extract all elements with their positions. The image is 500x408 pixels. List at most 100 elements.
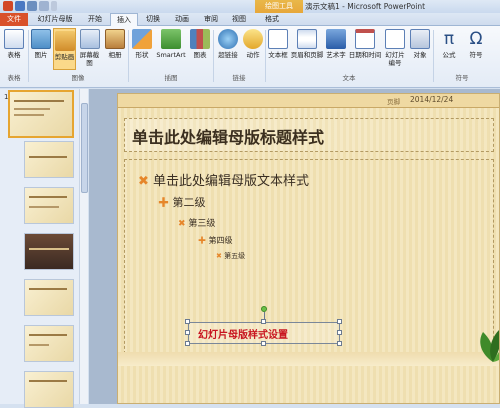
symbol-button-label: 符号 [469, 51, 483, 59]
thumb-title-line [29, 156, 67, 158]
picture-button[interactable]: 图片 [30, 29, 52, 59]
layout-thumbnail[interactable] [24, 141, 74, 178]
text-level-2-label: 第二级 [172, 196, 206, 209]
text-level-5[interactable]: ✖ 第五级 [216, 251, 245, 261]
object-button[interactable]: 对象 [409, 29, 431, 59]
resize-handle[interactable] [261, 341, 266, 346]
wordart-button-label: 艺术字 [326, 51, 346, 59]
thumb-title-line [14, 100, 64, 102]
thumb-title-line [29, 248, 69, 250]
text-level-5-label: 第五级 [224, 252, 246, 260]
context-tab-label: 绘图工具 [255, 0, 303, 13]
smartart-button[interactable]: SmartArt [155, 29, 187, 59]
text-level-2[interactable]: ✚ 第二级 [158, 194, 206, 210]
slide-title[interactable]: 单击此处编辑母版标题样式 [132, 124, 324, 148]
date-placeholder[interactable]: 2014/12/24 [410, 95, 453, 104]
resize-handle[interactable] [337, 330, 342, 335]
action-button[interactable]: 动作 [243, 29, 263, 59]
resize-handle[interactable] [185, 319, 190, 324]
customize-qat-icon[interactable] [51, 1, 57, 11]
layout-thumbnail[interactable] [24, 371, 74, 408]
ribbon-tabs: 文件 幻灯片母版 开始 插入 切换 动画 审阅 视图 格式 [0, 13, 500, 27]
header-footer-button[interactable]: 页眉和页脚 [290, 29, 324, 59]
screenshot-icon [79, 29, 100, 49]
text-level-3-label: 第三级 [188, 219, 216, 229]
bullet-icon: ✚ [158, 196, 173, 209]
smartart-button-label: SmartArt [156, 51, 186, 59]
globe-link-icon [218, 29, 238, 49]
footer-text[interactable]: 幻灯片母版样式设置 [198, 326, 288, 341]
equation-button[interactable]: π 公式 [436, 29, 462, 59]
hyperlink-button-label: 超链接 [218, 51, 238, 59]
album-button[interactable]: 相册 [104, 29, 126, 59]
leaf-decoration-icon [480, 330, 499, 362]
textbox-icon [268, 29, 288, 49]
window-title: 演示文稿1 - Microsoft PowerPoint [305, 2, 426, 11]
resize-handle[interactable] [337, 319, 342, 324]
symbol-button[interactable]: Ω 符号 [464, 29, 488, 59]
shapes-button-label: 形状 [135, 51, 149, 59]
tab-insert[interactable]: 插入 [110, 13, 138, 27]
slide-master[interactable]: 页脚 2014/12/24 单击此处编辑母版标题样式 ✖ 单击此处编辑母版文本样… [117, 93, 500, 404]
slide-number-button[interactable]: 幻灯片编号 [383, 29, 407, 67]
clipart-button[interactable]: 剪贴画 [53, 28, 76, 70]
tab-review[interactable]: 审阅 [198, 13, 224, 26]
redo-icon[interactable] [39, 1, 49, 11]
thumb-title-line [29, 196, 67, 198]
shapes-button[interactable]: 形状 [131, 29, 153, 59]
thumbnail-scrollbar[interactable] [79, 89, 88, 404]
tab-view[interactable]: 视图 [226, 13, 252, 26]
chart-button[interactable]: 图表 [189, 29, 211, 59]
hyperlink-button[interactable]: 超链接 [215, 29, 241, 59]
text-level-4[interactable]: ✚ 第四级 [198, 235, 233, 246]
layout-thumbnail[interactable] [24, 279, 74, 316]
tab-slide-master[interactable]: 幻灯片母版 [31, 13, 79, 26]
tab-format[interactable]: 格式 [258, 13, 286, 26]
tab-home[interactable]: 开始 [82, 13, 108, 26]
layout-thumbnail[interactable] [24, 325, 74, 362]
layout-thumbnail[interactable] [24, 187, 74, 224]
thumb-text-line [29, 206, 59, 208]
master-thumbnail[interactable] [8, 90, 74, 138]
text-level-1[interactable]: ✖ 单击此处编辑母版文本样式 [138, 170, 309, 189]
wordart-icon [326, 29, 346, 49]
resize-handle[interactable] [185, 341, 190, 346]
text-level-3[interactable]: ✖ 第三级 [178, 216, 215, 229]
shapes-icon [132, 29, 152, 49]
resize-handle[interactable] [337, 341, 342, 346]
group-separator [28, 30, 29, 82]
group-illustrations-label: 插图 [164, 74, 178, 82]
table-button[interactable]: 表格 [2, 29, 26, 59]
textbox-button[interactable]: 文本框 [267, 29, 289, 59]
object-button-label: 对象 [413, 51, 427, 59]
tab-animations[interactable]: 动画 [168, 13, 196, 26]
tab-file[interactable]: 文件 [0, 13, 28, 26]
scrollbar-thumb[interactable] [81, 103, 88, 193]
thumb-title-line [29, 380, 67, 382]
thumb-title-line [29, 334, 67, 336]
resize-handle[interactable] [185, 330, 190, 335]
resize-handle[interactable] [261, 319, 266, 324]
quick-access-toolbar [3, 1, 57, 11]
group-symbols-label: 符号 [455, 74, 469, 82]
action-button-label: 动作 [246, 51, 260, 59]
screenshot-button[interactable]: 屏幕截图 [77, 29, 102, 67]
layout-thumbnail[interactable] [24, 233, 74, 270]
datetime-button[interactable]: 日期和时间 [348, 29, 382, 59]
header-footer-icon [297, 29, 317, 49]
text-level-1-label: 单击此处编辑母版文本样式 [153, 174, 310, 189]
wordart-button[interactable]: 艺术字 [325, 29, 347, 59]
group-separator [265, 30, 266, 82]
powerpoint-logo-icon[interactable] [3, 1, 13, 11]
thumb-title-line [29, 288, 67, 290]
bullet-icon: ✖ [216, 252, 225, 260]
save-icon[interactable] [15, 1, 25, 11]
calendar-icon [355, 29, 375, 49]
album-button-label: 相册 [108, 51, 122, 59]
bullet-icon: ✖ [178, 219, 189, 229]
table-icon [4, 29, 24, 49]
chart-icon [190, 29, 210, 49]
undo-icon[interactable] [27, 1, 37, 11]
tab-transitions[interactable]: 切换 [140, 13, 166, 26]
thumb-text-line [14, 108, 50, 110]
